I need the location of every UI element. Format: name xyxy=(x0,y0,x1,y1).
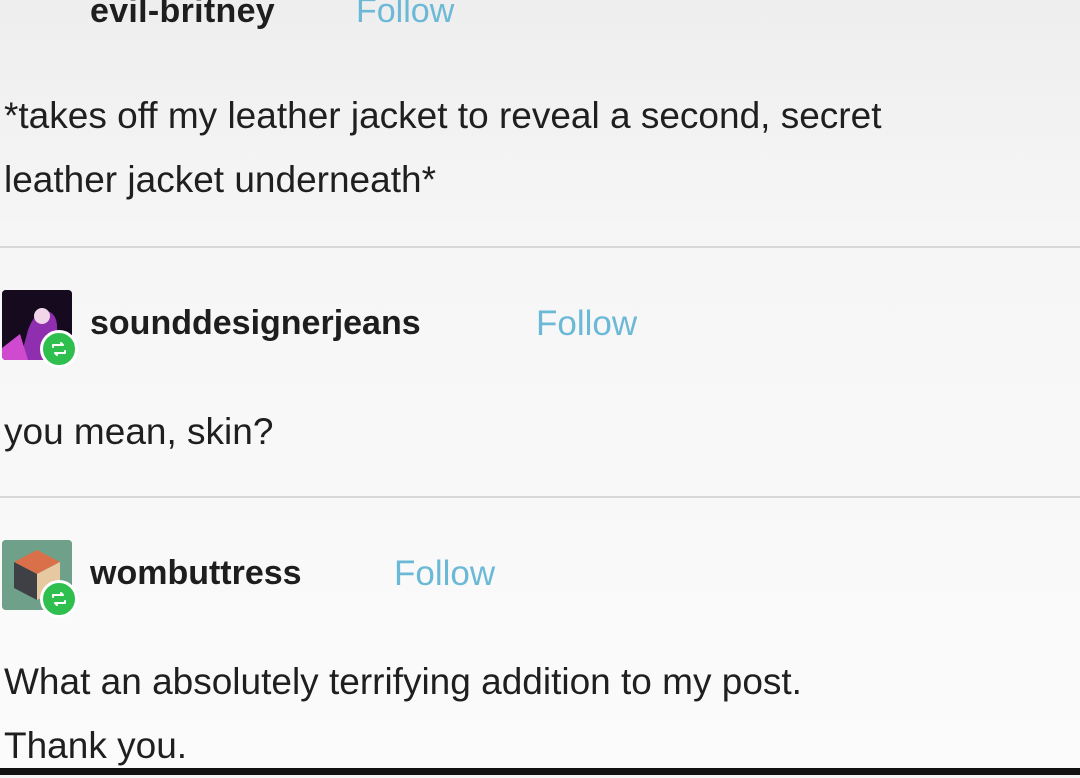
post-text-line: you mean, skin? xyxy=(4,411,274,452)
bottom-edge xyxy=(0,768,1080,775)
post-text-line: leather jacket underneath* xyxy=(4,159,436,200)
post-header-evil-britney: evil-britney Follow xyxy=(0,0,1080,40)
post-body-sounddesignerjeans: you mean, skin? xyxy=(4,400,1074,464)
follow-button-wombuttress[interactable]: Follow xyxy=(394,554,495,594)
reblog-header-sounddesignerjeans: sounddesignerjeans Follow xyxy=(0,290,1080,370)
reblog-header-wombuttress: wombuttress Follow xyxy=(0,540,1080,620)
post-divider xyxy=(0,496,1080,498)
post-text-line: What an absolutely terrifying addition t… xyxy=(4,661,802,702)
username-wombuttress[interactable]: wombuttress xyxy=(90,554,302,593)
follow-button-sounddesignerjeans[interactable]: Follow xyxy=(536,304,637,344)
post-divider xyxy=(0,246,1080,248)
username-evil-britney[interactable]: evil-britney xyxy=(90,0,275,31)
reblog-icon xyxy=(40,330,78,368)
post-body-wombuttress: What an absolutely terrifying addition t… xyxy=(4,650,1074,778)
reblog-icon xyxy=(40,580,78,618)
follow-button-evil-britney[interactable]: Follow xyxy=(356,0,454,31)
post-body-evil-britney: *takes off my leather jacket to reveal a… xyxy=(4,84,1074,212)
post-text-line: *takes off my leather jacket to reveal a… xyxy=(4,95,882,136)
tumblr-thread: evil-britney Follow *takes off my leathe… xyxy=(0,0,1080,775)
username-sounddesignerjeans[interactable]: sounddesignerjeans xyxy=(90,304,421,343)
